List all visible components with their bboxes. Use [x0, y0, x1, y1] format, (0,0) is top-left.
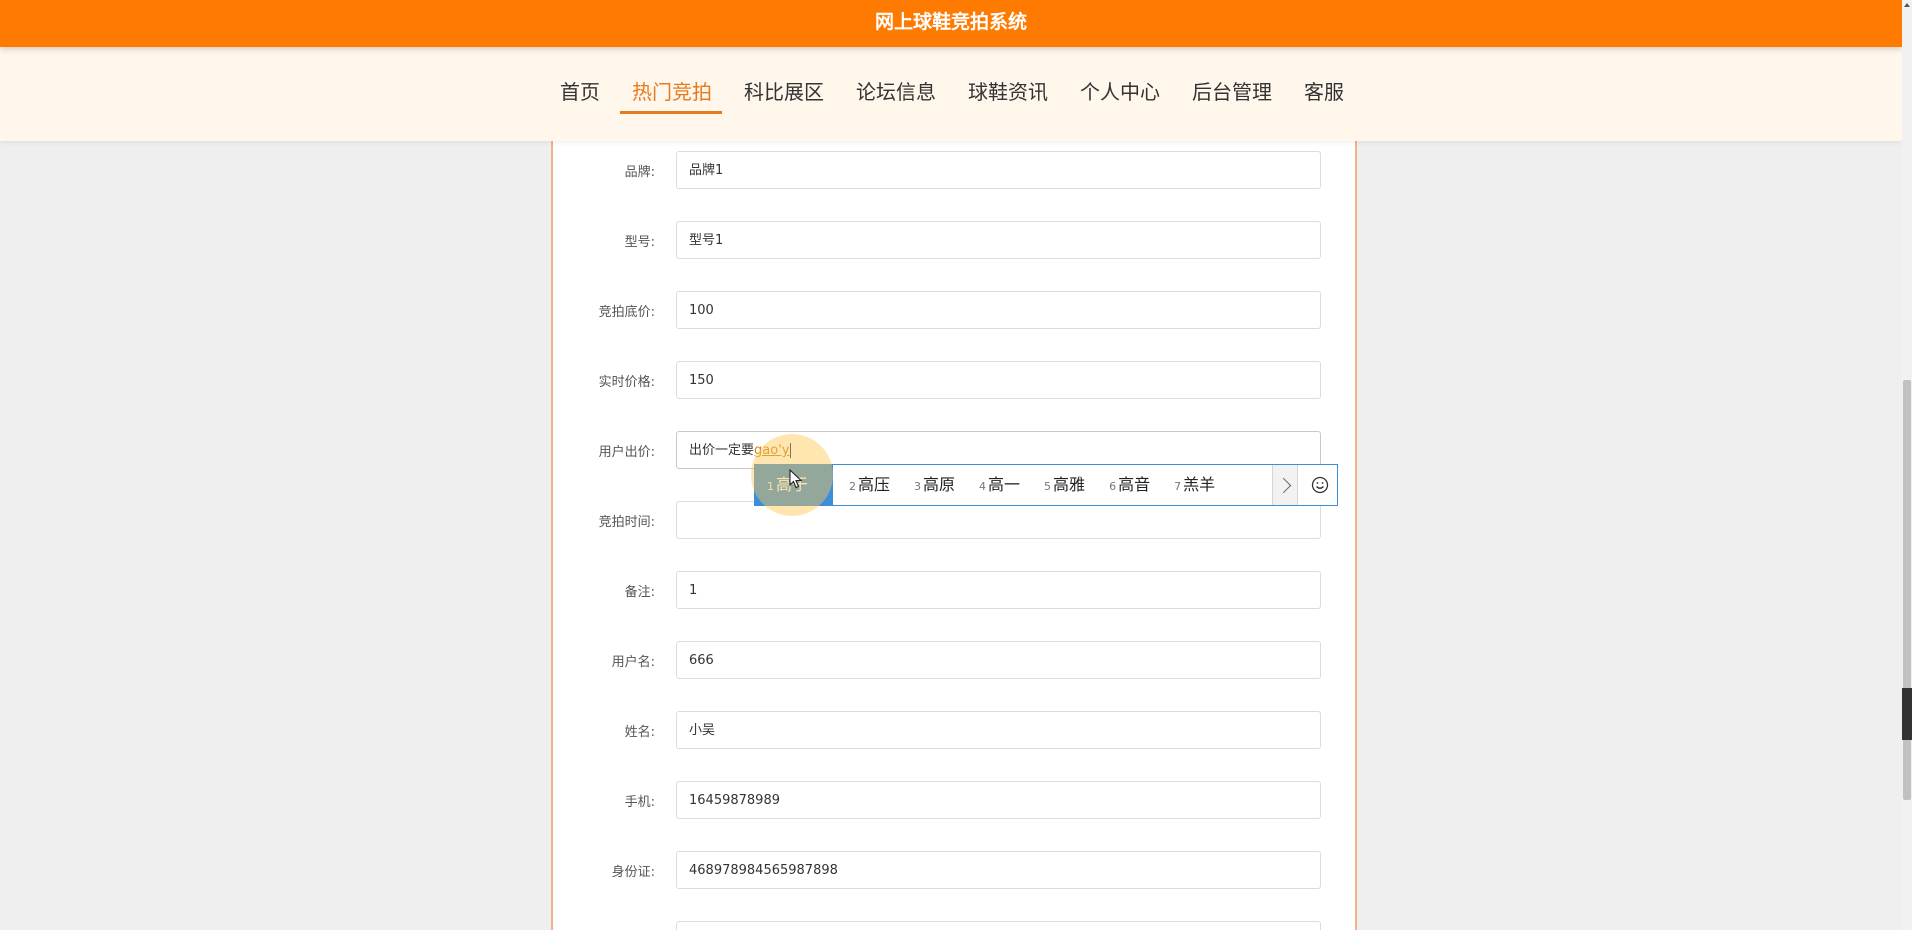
username-input[interactable]: 666 [676, 641, 1321, 679]
user-bid-text: 出价一定要 [689, 443, 755, 458]
nav-item-customer-service[interactable]: 客服 [1292, 72, 1354, 114]
nav-item-kobe-zone[interactable]: 科比展区 [732, 72, 834, 114]
nav-item-hot-auction[interactable]: 热门竞拍 [620, 72, 722, 114]
base-price-input[interactable]: 100 [676, 291, 1321, 329]
live-price-input[interactable]: 150 [676, 361, 1321, 399]
nav-item-admin[interactable]: 后台管理 [1180, 72, 1282, 114]
site-title: 网上球鞋竞拍系统 [874, 11, 1027, 33]
form-row-brand: 品牌: 品牌1 [553, 151, 1355, 191]
form-row-model: 型号: 型号1 [553, 221, 1355, 261]
form-row-base-price: 竞拍底价: 100 [553, 291, 1355, 331]
model-label: 型号: [624, 235, 655, 250]
smiley-icon [1311, 476, 1329, 494]
form-row-name: 姓名: 小吴 [553, 711, 1355, 751]
ime-emoji-button[interactable] [1302, 465, 1338, 505]
brand-label: 品牌: [624, 165, 655, 180]
form-row-auction-time: 竞拍时间: [553, 501, 1355, 541]
ime-candidate-4[interactable]: 4 高一 [963, 465, 1028, 505]
site-header: 网上球鞋竞拍系统 [0, 0, 1902, 47]
ime-candidate-6[interactable]: 6 高音 [1093, 465, 1158, 505]
base-price-label: 竞拍底价: [598, 305, 655, 320]
main-nav: 首页 热门竞拍 科比展区 论坛信息 球鞋资讯 个人中心 后台管理 客服 [0, 47, 1902, 141]
name-input[interactable]: 小吴 [676, 711, 1321, 749]
nav-item-sneaker-news[interactable]: 球鞋资讯 [956, 72, 1058, 114]
nav-list: 首页 热门竞拍 科比展区 论坛信息 球鞋资讯 个人中心 后台管理 客服 [548, 72, 1364, 114]
form-row-phone: 手机: 16459878989 [553, 781, 1355, 821]
ime-candidate-5[interactable]: 5 高雅 [1028, 465, 1093, 505]
ime-candidate-1[interactable]: 1 高于 [755, 465, 833, 505]
remark-label: 备注: [624, 585, 655, 600]
remark-input[interactable]: 1 [676, 571, 1321, 609]
auction-time-label: 竞拍时间: [598, 515, 655, 530]
user-bid-label: 用户出价: [598, 445, 655, 460]
ime-next-page-button[interactable] [1272, 465, 1298, 505]
chevron-right-icon [1275, 477, 1291, 493]
id-card-input[interactable]: 468978984565987898 [676, 851, 1321, 889]
ime-candidate-window: 1 高于 2 高压 3 高原 4 高一 5 高雅 6 高音 7 羔羊 [754, 464, 1338, 506]
text-caret [790, 443, 792, 458]
id-card-label: 身份证: [611, 865, 655, 880]
next-field-input[interactable] [676, 921, 1321, 930]
model-input[interactable]: 型号1 [676, 221, 1321, 259]
ime-candidate-list: 1 高于 2 高压 3 高原 4 高一 5 高雅 6 高音 7 羔羊 [755, 465, 1275, 505]
nav-item-forum[interactable]: 论坛信息 [844, 72, 946, 114]
form-row-next [553, 921, 1355, 930]
scroll-position-marker [1902, 688, 1912, 740]
phone-input[interactable]: 16459878989 [676, 781, 1321, 819]
ime-candidate-2[interactable]: 2 高压 [833, 465, 898, 505]
viewport: 网上球鞋竞拍系统 首页 热门竞拍 科比展区 论坛信息 球鞋资讯 个人中心 后台管… [0, 0, 1912, 930]
ime-candidate-7[interactable]: 7 羔羊 [1158, 465, 1223, 505]
form-row-remark: 备注: 1 [553, 571, 1355, 611]
live-price-label: 实时价格: [598, 375, 655, 390]
form-row-live-price: 实时价格: 150 [553, 361, 1355, 401]
nav-item-home[interactable]: 首页 [548, 72, 610, 114]
phone-label: 手机: [624, 795, 655, 810]
username-label: 用户名: [611, 655, 655, 670]
name-label: 姓名: [624, 725, 655, 740]
page-scrollbar[interactable] [1902, 0, 1912, 930]
form-row-id-card: 身份证: 468978984565987898 [553, 851, 1355, 891]
auction-time-input[interactable] [676, 501, 1321, 539]
brand-input[interactable]: 品牌1 [676, 151, 1321, 189]
scroll-up-arrow-icon[interactable] [1904, 3, 1910, 7]
ime-composition-text: gao'y [754, 443, 790, 458]
form-row-username: 用户名: 666 [553, 641, 1355, 681]
ime-candidate-3[interactable]: 3 高原 [898, 465, 963, 505]
nav-item-personal-center[interactable]: 个人中心 [1068, 72, 1170, 114]
auction-form-card: 品牌: 品牌1 型号: 型号1 竞拍底价: 100 实时价格: 150 用户出价… [551, 120, 1357, 930]
